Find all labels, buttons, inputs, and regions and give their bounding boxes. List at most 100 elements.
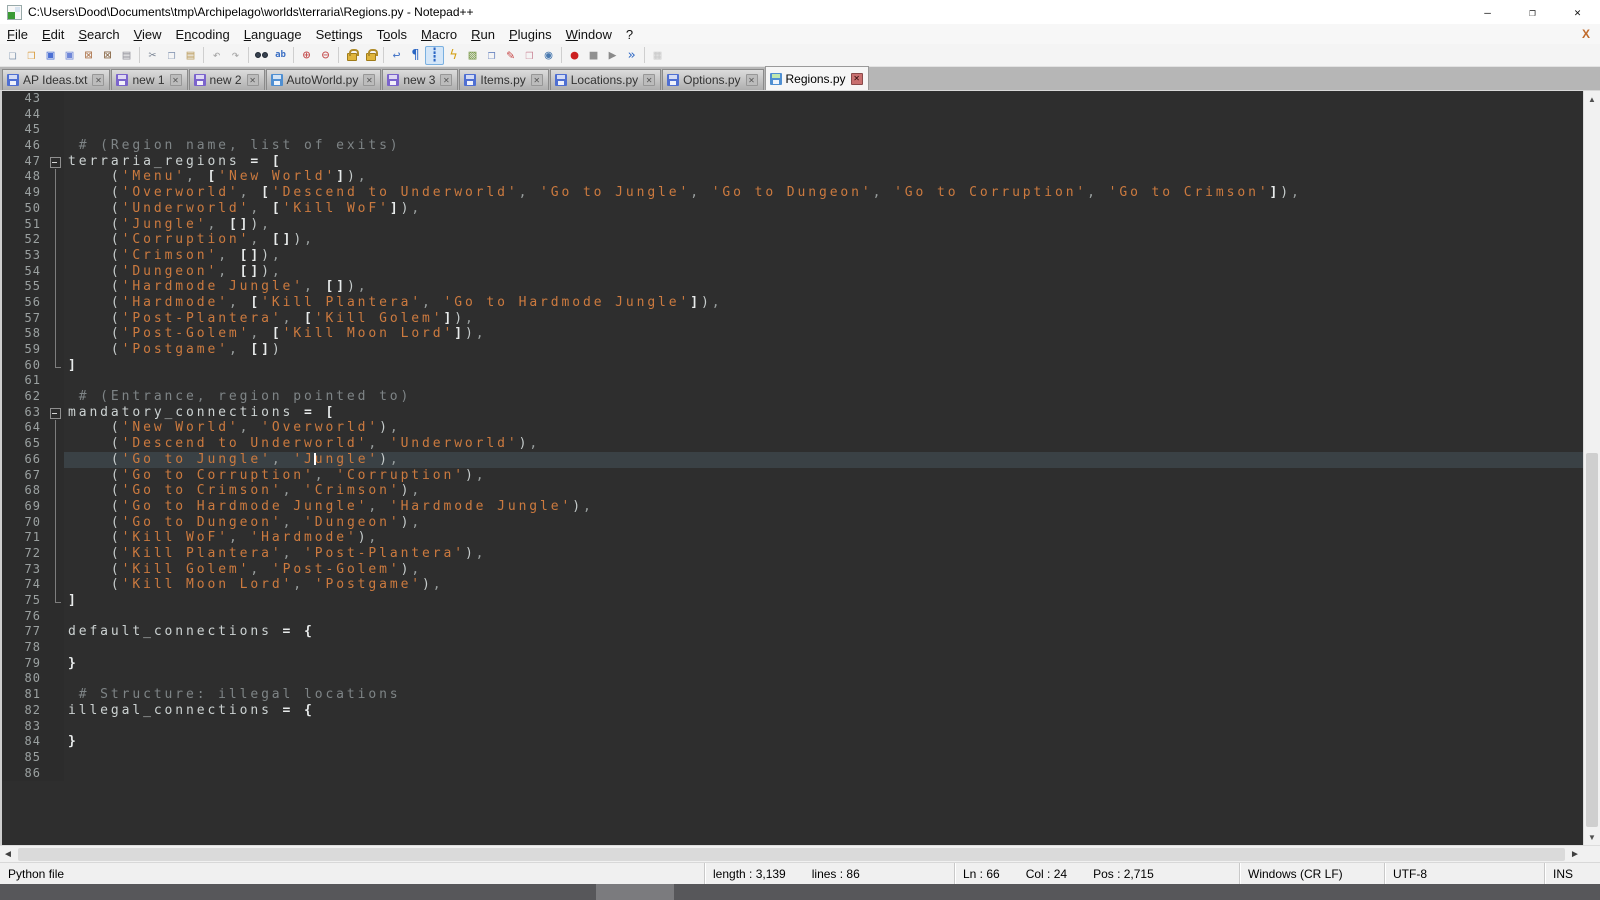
scroll-left-icon[interactable]: ◄ (0, 846, 16, 862)
word-wrap-icon[interactable]: ↩ (387, 46, 406, 65)
code-line[interactable]: 61 (2, 373, 1583, 389)
tab-close-icon[interactable]: ✕ (643, 74, 655, 86)
project-panel-icon[interactable]: ❒ (520, 46, 539, 65)
close-all-icon[interactable]: ⊠ (98, 46, 117, 65)
line-number[interactable]: 73 (2, 562, 48, 578)
tab-close-icon[interactable]: ✕ (440, 74, 452, 86)
open-file-icon[interactable]: ❒ (22, 46, 41, 65)
line-number[interactable]: 80 (2, 671, 48, 687)
zoom-in-icon[interactable]: ⊕ (297, 46, 316, 65)
line-number[interactable]: 78 (2, 640, 48, 656)
undo-icon[interactable]: ↶ (207, 46, 226, 65)
tab-new-1[interactable]: new 1✕ (111, 69, 187, 90)
save-all-icon[interactable]: ▣ (60, 46, 79, 65)
menu-macro[interactable]: Macro (414, 25, 464, 44)
code-line[interactable]: 50 ('Underworld', ['Kill WoF']), (2, 201, 1583, 217)
sync-vertical-scroll-icon[interactable] (342, 46, 361, 65)
close-file-icon[interactable]: ⊠ (79, 46, 98, 65)
tab-close-icon[interactable]: ✕ (247, 74, 259, 86)
indent-guide-icon[interactable]: ┋ (425, 46, 444, 65)
code-line[interactable]: 53 ('Crimson', []), (2, 248, 1583, 264)
menubar-close-icon[interactable]: X (1582, 27, 1590, 41)
line-number[interactable]: 65 (2, 436, 48, 452)
code-line[interactable]: 85 (2, 750, 1583, 766)
code-line[interactable]: 55 ('Hardmode Jungle', []), (2, 279, 1583, 295)
tab-items-py[interactable]: Items.py✕ (459, 69, 548, 90)
line-number[interactable]: 85 (2, 750, 48, 766)
line-number[interactable]: 76 (2, 609, 48, 625)
tab-close-icon[interactable]: ✕ (746, 74, 758, 86)
menu-language[interactable]: Language (237, 25, 309, 44)
line-number[interactable]: 46 (2, 138, 48, 154)
code-line[interactable]: 43 (2, 91, 1583, 107)
code-line[interactable]: 64 ('New World', 'Overworld'), (2, 420, 1583, 436)
line-number[interactable]: 75 (2, 593, 48, 609)
line-number[interactable]: 63 (2, 405, 48, 421)
code-line[interactable]: 76 (2, 609, 1583, 625)
macro-record-icon[interactable]: ● (565, 46, 584, 65)
line-number[interactable]: 81 (2, 687, 48, 703)
minimize-button[interactable]: – (1465, 0, 1510, 24)
close-button[interactable]: ✕ (1555, 0, 1600, 24)
paste-icon[interactable]: ▤ (181, 46, 200, 65)
new-file-icon[interactable]: ❏ (3, 46, 22, 65)
vertical-scrollbar[interactable]: ▲ ▼ (1583, 91, 1600, 845)
status-insert-mode[interactable]: INS (1545, 863, 1600, 884)
menu-search[interactable]: Search (71, 25, 126, 44)
code-line[interactable]: 78 (2, 640, 1583, 656)
line-number[interactable]: 49 (2, 185, 48, 201)
code-line[interactable]: 47terraria_regions = [ (2, 154, 1583, 170)
tab-ap-ideas-txt[interactable]: AP Ideas.txt✕ (2, 69, 110, 90)
line-number[interactable]: 70 (2, 515, 48, 531)
copy-icon[interactable]: ❐ (162, 46, 181, 65)
macro-save-icon[interactable]: ▦ (648, 46, 667, 65)
line-number[interactable]: 48 (2, 169, 48, 185)
tab-regions-py[interactable]: Regions.py✕ (765, 66, 869, 90)
code-line[interactable]: 86 (2, 766, 1583, 782)
code-editor[interactable]: 43444546 # (Region name, list of exits)4… (0, 91, 1583, 845)
line-number[interactable]: 55 (2, 279, 48, 295)
document-list-icon[interactable]: ❐ (482, 46, 501, 65)
tab-close-icon[interactable]: ✕ (531, 74, 543, 86)
replace-icon[interactable]: ab (271, 46, 290, 65)
code-line[interactable]: 79} (2, 656, 1583, 672)
tab-close-icon[interactable]: ✕ (363, 74, 375, 86)
line-number[interactable]: 79 (2, 656, 48, 672)
horizontal-scrollbar[interactable]: ◄ ► (0, 845, 1600, 862)
code-line[interactable]: 68 ('Go to Crimson', 'Crimson'), (2, 483, 1583, 499)
code-line[interactable]: 82illegal_connections = { (2, 703, 1583, 719)
line-number[interactable]: 69 (2, 499, 48, 515)
zoom-out-icon[interactable]: ⊖ (316, 46, 335, 65)
code-line[interactable]: 60] (2, 358, 1583, 374)
line-number[interactable]: 64 (2, 420, 48, 436)
code-line[interactable]: 81 # Structure: illegal locations (2, 687, 1583, 703)
redo-icon[interactable]: ↷ (226, 46, 245, 65)
macro-play-icon[interactable]: ▶ (603, 46, 622, 65)
code-line[interactable]: 48 ('Menu', ['New World']), (2, 169, 1583, 185)
code-line[interactable]: 73 ('Kill Golem', 'Post-Golem'), (2, 562, 1583, 578)
line-number[interactable]: 60 (2, 358, 48, 374)
code-line[interactable]: 45 (2, 122, 1583, 138)
code-line[interactable]: 67 ('Go to Corruption', 'Corruption'), (2, 468, 1583, 484)
line-number[interactable]: 54 (2, 264, 48, 280)
menu-window[interactable]: Window (559, 25, 619, 44)
code-line[interactable]: 77default_connections = { (2, 624, 1583, 640)
scroll-up-icon[interactable]: ▲ (1584, 91, 1600, 107)
line-number[interactable]: 51 (2, 217, 48, 233)
menu-encoding[interactable]: Encoding (169, 25, 237, 44)
code-line[interactable]: 52 ('Corruption', []), (2, 232, 1583, 248)
code-line[interactable]: 70 ('Go to Dungeon', 'Dungeon'), (2, 515, 1583, 531)
line-number[interactable]: 56 (2, 295, 48, 311)
tab-new-2[interactable]: new 2✕ (189, 69, 265, 90)
monitoring-eye-icon[interactable]: ◉ (539, 46, 558, 65)
code-line[interactable]: 75] (2, 593, 1583, 609)
scroll-down-icon[interactable]: ▼ (1584, 829, 1600, 845)
menu-plugins[interactable]: Plugins (502, 25, 559, 44)
show-all-characters-icon[interactable]: ¶ (406, 46, 425, 65)
code-line[interactable]: 44 (2, 107, 1583, 123)
line-number[interactable]: 68 (2, 483, 48, 499)
line-number[interactable]: 72 (2, 546, 48, 562)
line-number[interactable]: 71 (2, 530, 48, 546)
function-list-icon[interactable]: ϟ (444, 46, 463, 65)
line-number[interactable]: 47 (2, 154, 48, 170)
